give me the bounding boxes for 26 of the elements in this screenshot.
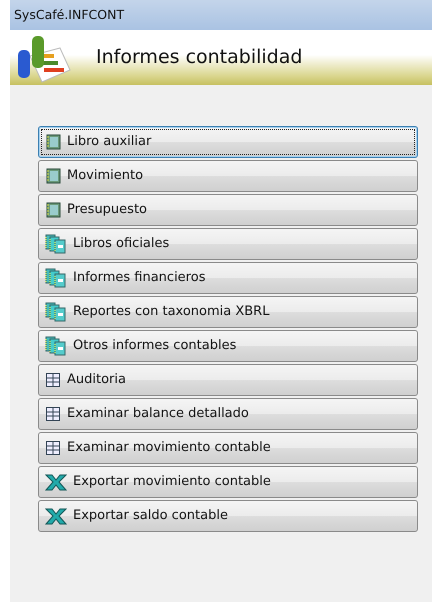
- ledger-icon: [45, 134, 61, 150]
- books-icon: [45, 268, 67, 288]
- books-icon: [45, 302, 67, 322]
- books-icon: [45, 234, 67, 254]
- menu-button[interactable]: Libros oficiales: [38, 228, 418, 260]
- menu-button[interactable]: Exportar saldo contable: [38, 500, 418, 532]
- spreadsheet-x-icon: [45, 506, 67, 526]
- menu-button[interactable]: Movimiento: [38, 160, 418, 192]
- table-icon: [45, 406, 61, 422]
- menu-button[interactable]: Libro auxiliar: [38, 126, 418, 158]
- window-title: SysCafé.INFCONT: [10, 0, 432, 30]
- header-title: Informes contabilidad: [96, 45, 302, 70]
- menu-button[interactable]: Auditoria: [38, 364, 418, 396]
- ledger-icon: [45, 168, 61, 184]
- menu-button[interactable]: Otros informes contables: [38, 330, 418, 362]
- menu-button[interactable]: Presupuesto: [38, 194, 418, 226]
- menu-button[interactable]: Exportar movimiento contable: [38, 466, 418, 498]
- table-icon: [45, 372, 61, 388]
- spreadsheet-x-icon: [45, 472, 67, 492]
- menu-button[interactable]: Examinar movimiento contable: [38, 432, 418, 464]
- menu-button[interactable]: Reportes con taxonomia XBRL: [38, 296, 418, 328]
- table-icon: [45, 440, 61, 456]
- ledger-icon: [45, 202, 61, 218]
- menu-button[interactable]: Examinar balance detallado: [38, 398, 418, 430]
- menu-button[interactable]: Informes financieros: [38, 262, 418, 294]
- books-icon: [45, 336, 67, 356]
